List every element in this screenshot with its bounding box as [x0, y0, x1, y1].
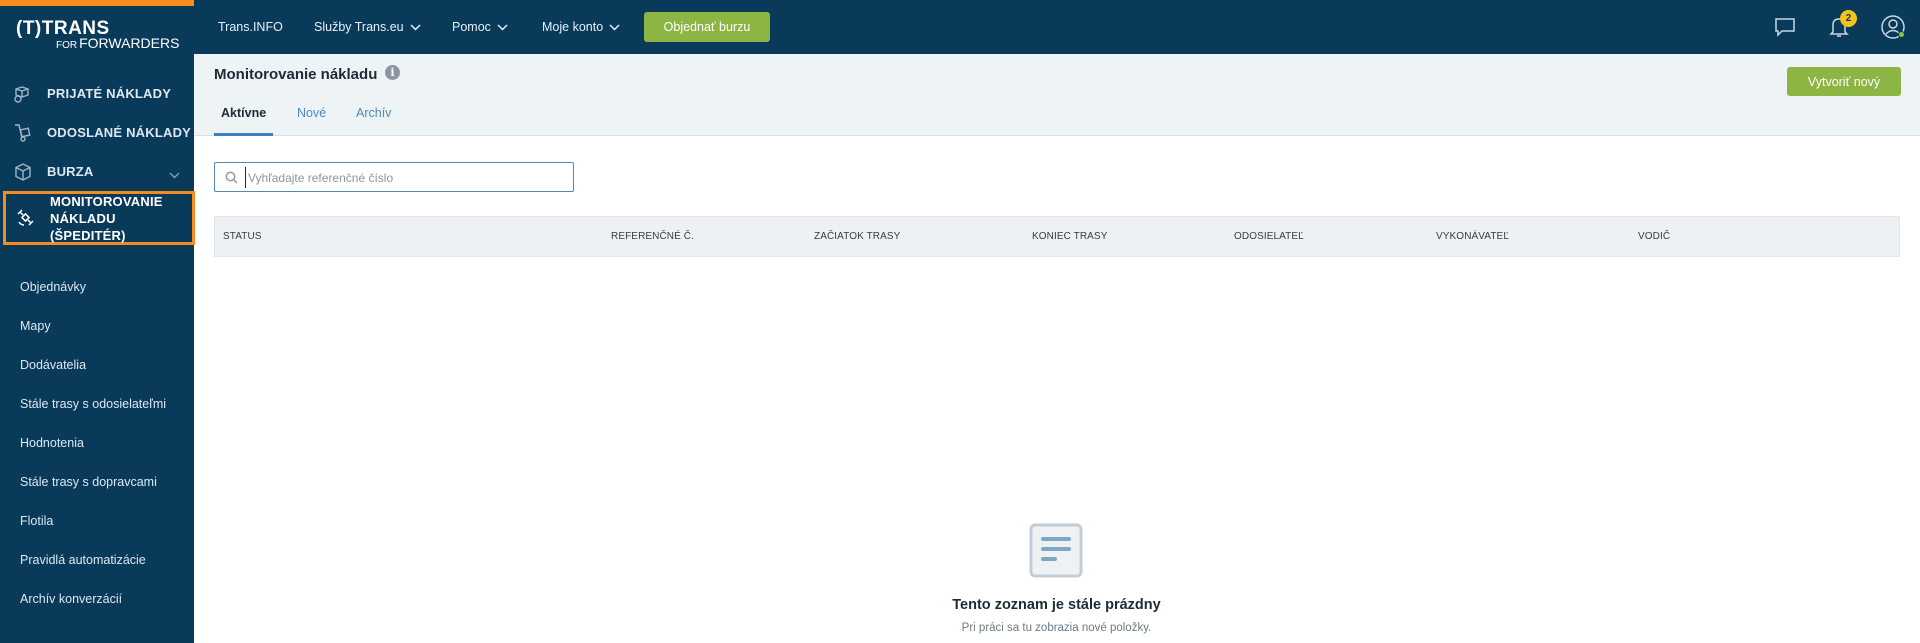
online-status-dot — [1898, 31, 1905, 38]
column-header-executor[interactable]: VYKONÁVATEĽ — [1436, 231, 1509, 242]
sidebar-item-received-loads[interactable]: PRIJATÉ NÁKLADY — [0, 74, 194, 113]
chat-icon[interactable] — [1772, 14, 1798, 40]
table-header: STATUS REFERENČNÉ Č. ZAČIATOK TRASY KONI… — [214, 216, 1900, 257]
sidebar-sub-item-ratings[interactable]: Hodnotenia — [20, 436, 84, 450]
chevron-down-icon — [609, 23, 620, 31]
tab-active[interactable]: Aktívne — [214, 106, 274, 136]
column-header-route-end[interactable]: KONIEC TRASY — [1032, 231, 1107, 242]
sidebar-sub-item-maps[interactable]: Mapy — [20, 319, 51, 333]
column-header-driver[interactable]: VODIČ — [1638, 231, 1670, 242]
sidebar-sub-item-suppliers[interactable]: Dodávatelia — [20, 358, 86, 372]
column-header-route-start[interactable]: ZAČIATOK TRASY — [814, 231, 900, 242]
top-link-my-account[interactable]: Moje konto — [542, 0, 620, 54]
sidebar-item-exchange[interactable]: BURZA — [0, 152, 194, 191]
search-input[interactable] — [245, 167, 565, 188]
page-header: Monitorovanie nákladu i Vytvoriť nový Ak… — [194, 54, 1920, 136]
tab-archive[interactable]: Archív — [349, 106, 398, 136]
tab-new[interactable]: Nové — [290, 106, 333, 136]
sidebar-item-label: BURZA — [47, 164, 94, 179]
empty-list-icon — [1029, 523, 1083, 578]
logo-sub-text: FOR FORWARDERS — [56, 35, 179, 51]
search-field[interactable] — [214, 162, 574, 192]
box-received-icon — [13, 84, 33, 104]
cube-icon — [13, 162, 33, 182]
sidebar-sub-item-shipper-routes[interactable]: Stále trasy s odosielateľmi — [20, 397, 166, 411]
sidebar-sub-item-orders[interactable]: Objednávky — [20, 280, 86, 294]
top-link-label: Pomoc — [452, 20, 491, 34]
sidebar-item-label: MONITOROVANIE NÁKLADU (ŠPEDITÉR) — [50, 193, 192, 244]
top-link-label: Trans.INFO — [218, 20, 283, 34]
sidebar-sub-item-automation-rules[interactable]: Pravidlá automatizácie — [20, 553, 146, 567]
top-link-trans-info[interactable]: Trans.INFO — [218, 0, 283, 54]
bell-icon[interactable]: 2 — [1826, 10, 1857, 40]
chevron-down-icon — [169, 166, 180, 184]
sidebar-accent-bar — [0, 0, 194, 6]
sidebar-item-label: ODOSLANÉ NÁKLADY — [47, 125, 192, 140]
sidebar-item-sent-loads[interactable]: ODOSLANÉ NÁKLADY — [0, 113, 194, 152]
sidebar-sub-item-fleet[interactable]: Flotila — [20, 514, 53, 528]
search-icon — [225, 171, 238, 184]
user-avatar-icon[interactable] — [1880, 14, 1906, 40]
empty-state-title: Tento zoznam je stále prázdny — [952, 597, 1161, 613]
trans-logo[interactable]: (T)TRANS FOR FORWARDERS — [16, 18, 186, 52]
top-link-label: Služby Trans.eu — [314, 20, 404, 34]
top-navigation-bar: Trans.INFO Služby Trans.eu Pomoc Moje ko… — [194, 0, 1920, 54]
column-header-sender[interactable]: ODOSIELATEĽ — [1234, 231, 1304, 242]
create-new-button[interactable]: Vytvoriť nový — [1787, 67, 1901, 96]
sidebar-item-load-monitoring[interactable]: MONITOROVANIE NÁKLADU (ŠPEDITÉR) — [3, 191, 195, 245]
label-line-1: MONITOROVANIE — [50, 193, 163, 209]
notification-count-badge: 2 — [1840, 10, 1857, 27]
top-link-label: Moje konto — [542, 20, 604, 34]
empty-state-subtitle: Pri práci sa tu zobrazia nové položky. — [961, 622, 1152, 634]
top-link-help[interactable]: Pomoc — [452, 0, 508, 54]
label-line-2: NÁKLADU (ŠPEDITÉR) — [50, 210, 126, 243]
info-icon[interactable]: i — [385, 65, 400, 80]
column-header-status[interactable]: STATUS — [223, 231, 262, 242]
sidebar-item-label: PRIJATÉ NÁKLADY — [47, 86, 172, 101]
chevron-down-icon — [497, 23, 508, 31]
logo-for-text: FOR — [56, 40, 78, 51]
sidebar-sub-item-carrier-routes[interactable]: Stále trasy s dopravcami — [20, 475, 157, 489]
chevron-down-icon — [410, 23, 421, 31]
page-title: Monitorovanie nákladu — [214, 66, 378, 83]
satellite-icon — [16, 208, 36, 228]
hand-truck-icon — [13, 123, 33, 143]
logo-forwarders-text: FORWARDERS — [79, 35, 180, 51]
top-link-services[interactable]: Služby Trans.eu — [314, 0, 421, 54]
sidebar: (T)TRANS FOR FORWARDERS PRIJATÉ NÁKLADY O… — [0, 0, 195, 643]
order-exchange-button[interactable]: Objednať burzu — [644, 12, 770, 42]
column-header-reference[interactable]: REFERENČNÉ Č. — [611, 231, 694, 242]
